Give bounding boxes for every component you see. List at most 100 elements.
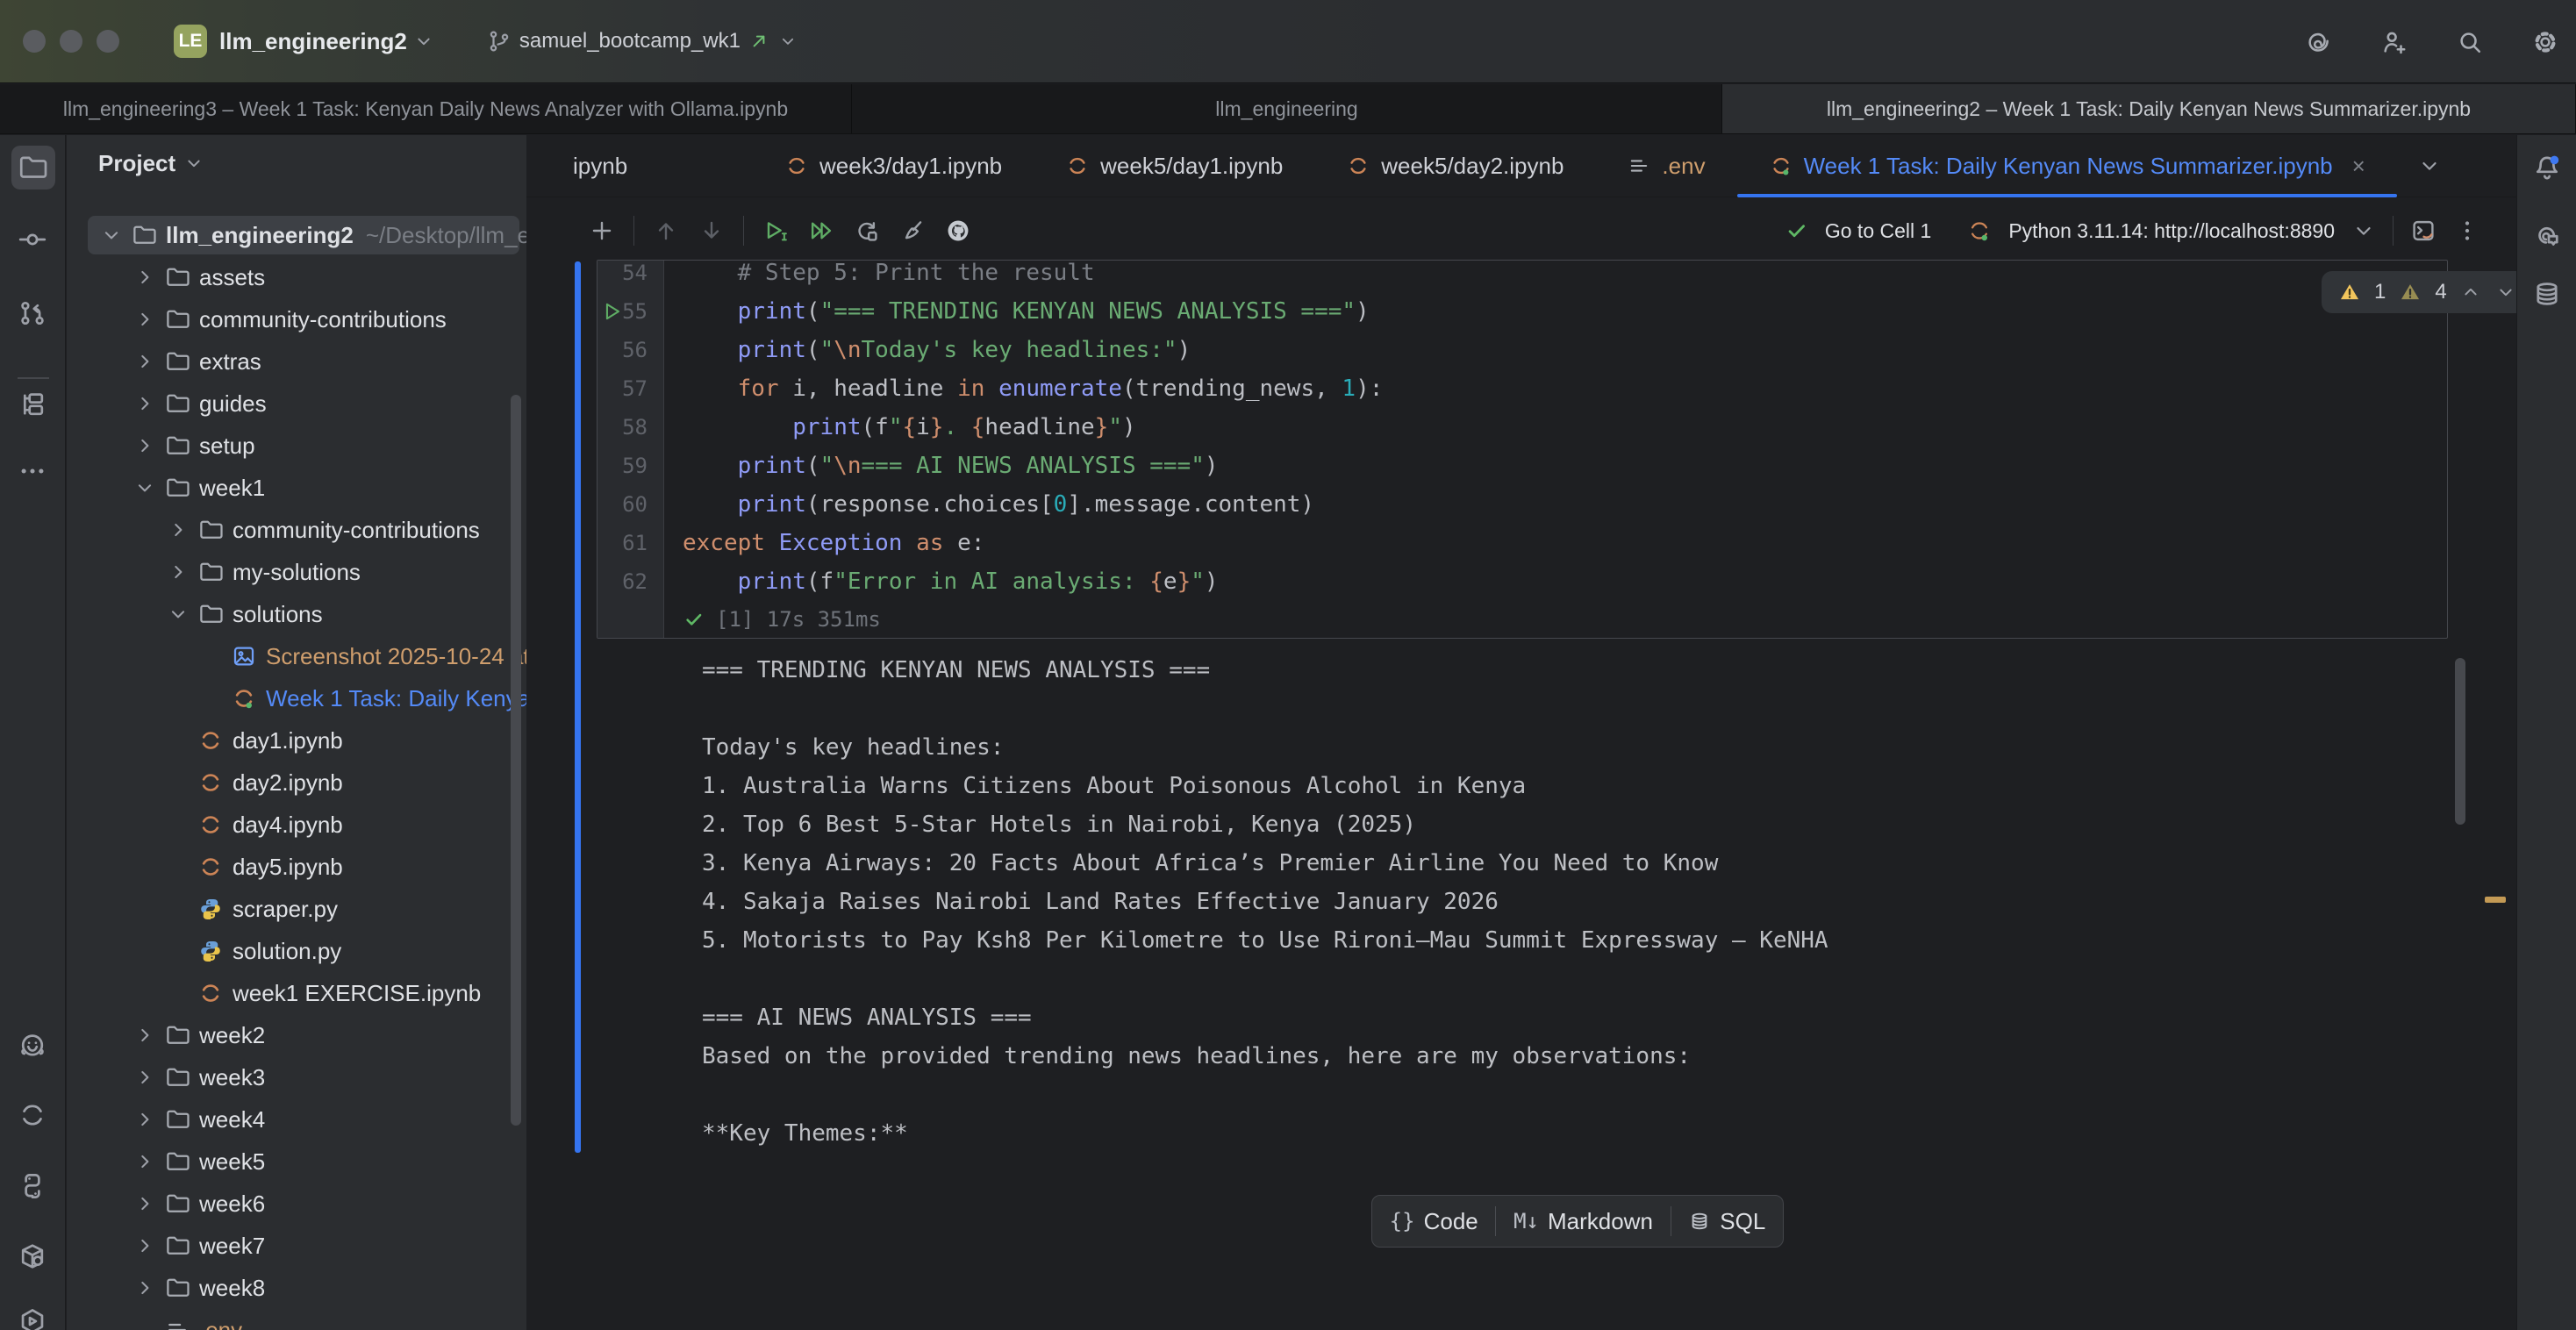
tree-row-community-contributions[interactable]: community-contributions [67, 298, 526, 340]
huggingface-tool-icon[interactable] [17, 1030, 48, 1062]
tree-row-extras[interactable]: extras [67, 340, 526, 383]
search-everywhere-icon[interactable] [2455, 27, 2485, 57]
tree-row-day1-ipynb[interactable]: day1.ipynb [67, 719, 526, 762]
chevron-down-icon[interactable] [2351, 218, 2377, 244]
structure-tool-icon[interactable] [17, 389, 48, 420]
tree-row-solution-py[interactable]: solution.py [67, 930, 526, 972]
clear-outputs-icon[interactable] [898, 217, 927, 245]
more-options-icon[interactable] [2453, 217, 2481, 245]
close-tab-icon[interactable]: × [2352, 153, 2365, 180]
tree-row-setup[interactable]: setup [67, 425, 526, 467]
prev-problem-icon[interactable] [2459, 281, 2482, 304]
pull-requests-tool-icon[interactable] [17, 297, 48, 329]
jupyter-tool-icon[interactable] [17, 1099, 48, 1131]
chevron-right-icon[interactable] [132, 261, 164, 293]
window-tab-active[interactable]: llm_engineering2 – Week 1 Task: Daily Ke… [1722, 84, 2576, 133]
error-stripe-mark[interactable] [2485, 897, 2506, 903]
tree-row-week6[interactable]: week6 [67, 1183, 526, 1225]
add-cell-icon[interactable] [588, 217, 616, 245]
window-tab[interactable]: llm_engineering [852, 84, 1722, 133]
tree-row-day4-ipynb[interactable]: day4.ipynb [67, 804, 526, 846]
go-to-cell-button[interactable]: Go to Cell 1 [1825, 219, 1931, 243]
editor-tab--env[interactable]: .env [1595, 135, 1736, 197]
code-with-me-icon[interactable] [2379, 27, 2409, 57]
kernel-selector[interactable]: Python 3.11.14: http://localhost:8890 [2008, 219, 2335, 243]
editor-tab-week5-day1-ipynb[interactable]: week5/day1.ipynb [1034, 135, 1314, 197]
tree-row-week1[interactable]: week1 [67, 467, 526, 509]
tree-row-assets[interactable]: assets [67, 256, 526, 298]
chevron-right-icon[interactable] [132, 1062, 164, 1093]
chevron-right-icon[interactable] [132, 1272, 164, 1304]
add-code-cell-button[interactable]: {} Code [1390, 1208, 1478, 1235]
run-cell-gutter-icon[interactable] [600, 299, 625, 324]
chevron-right-icon[interactable] [132, 1019, 164, 1051]
ai-assistant-icon[interactable] [2304, 27, 2334, 57]
tree-row-week3[interactable]: week3 [67, 1056, 526, 1098]
tree-row--env[interactable]: .env [67, 1309, 526, 1330]
chevron-right-icon[interactable] [132, 304, 164, 335]
tree-row-week8[interactable]: week8 [67, 1267, 526, 1309]
restart-kernel-icon[interactable] [853, 217, 881, 245]
code-line-57[interactable]: for i, headline in enumerate(trending_ne… [665, 369, 2447, 408]
tree-row-day5-ipynb[interactable]: day5.ipynb [67, 846, 526, 888]
tree-row-week1-exercise-ipynb[interactable]: week1 EXERCISE.ipynb [67, 972, 526, 1014]
code-line-62[interactable]: print(f"Error in AI analysis: {e}") [665, 562, 2447, 601]
cell-code[interactable]: # Step 5: Print the result print("=== TR… [665, 260, 2447, 638]
minimize-window-button[interactable] [60, 30, 82, 53]
tree-row-solutions[interactable]: solutions [67, 593, 526, 635]
code-line-58[interactable]: print(f"{i}. {headline}") [665, 408, 2447, 447]
chevron-right-icon[interactable] [132, 430, 164, 461]
chevron-right-icon[interactable] [166, 514, 197, 546]
window-controls[interactable] [23, 30, 119, 53]
chevron-right-icon[interactable] [132, 346, 164, 377]
editor-tab-week-1-task-daily-kenyan-news-summarizer-ipynb[interactable]: Week 1 Task: Daily Kenyan News Summarize… [1737, 135, 2397, 197]
python-packages-tool-icon[interactable] [17, 1170, 48, 1202]
tree-row-scraper-py[interactable]: scraper.py [67, 888, 526, 930]
tree-row-week-1-task-daily-kenyan[interactable]: Week 1 Task: Daily Kenyan [67, 677, 526, 719]
tree-row-week7[interactable]: week7 [67, 1225, 526, 1267]
services-tool-icon[interactable] [17, 1305, 48, 1330]
window-tab[interactable]: llm_engineering3 – Week 1 Task: Kenyan D… [0, 84, 852, 133]
tree-row-my-solutions[interactable]: my-solutions [67, 551, 526, 593]
tree-row-guides[interactable]: guides [67, 383, 526, 425]
ai-assistant-chat-icon[interactable] [2531, 218, 2563, 250]
next-problem-icon[interactable] [2494, 281, 2517, 304]
tree-row-llm-engineering2[interactable]: llm_engineering2~/Desktop/llm_eng [67, 214, 526, 256]
maximize-window-button[interactable] [97, 30, 119, 53]
chevron-right-icon[interactable] [132, 1146, 164, 1177]
chevron-right-icon[interactable] [132, 1104, 164, 1135]
chevron-right-icon[interactable] [166, 556, 197, 588]
code-cell[interactable]: 545556575859606162 # Step 5: Print the r… [597, 260, 2448, 639]
run-cell-icon[interactable] [762, 217, 790, 245]
tree-row-week2[interactable]: week2 [67, 1014, 526, 1056]
chevron-right-icon[interactable] [132, 1230, 164, 1262]
git-branch-widget[interactable]: samuel_bootcamp_wk1 [486, 28, 798, 54]
move-cell-up-icon[interactable] [652, 217, 680, 245]
code-line-55[interactable]: print("=== TRENDING KENYAN NEWS ANALYSIS… [665, 292, 2447, 331]
commit-tool-icon[interactable] [17, 224, 48, 255]
run-all-cells-icon[interactable] [807, 217, 835, 245]
chevron-right-icon[interactable] [132, 1188, 164, 1219]
database-tool-icon[interactable] [2531, 278, 2563, 310]
chevron-right-icon[interactable] [132, 388, 164, 419]
editor-scrollbar[interactable] [2455, 658, 2465, 825]
project-selector-label[interactable]: llm_engineering2 [219, 28, 407, 55]
move-cell-down-icon[interactable] [698, 217, 726, 245]
add-markdown-cell-button[interactable]: M↓ Markdown [1513, 1208, 1653, 1235]
chevron-down-icon[interactable] [132, 472, 164, 504]
jupyter-console-icon[interactable] [2409, 217, 2437, 245]
code-line-61[interactable]: except Exception as e: [665, 524, 2447, 562]
chevron-down-icon[interactable] [99, 219, 131, 251]
add-sql-cell-button[interactable]: SQL [1688, 1208, 1765, 1235]
settings-gear-icon[interactable] [2530, 27, 2560, 57]
close-window-button[interactable] [23, 30, 46, 53]
github-icon[interactable] [944, 217, 972, 245]
tree-row-community-contributions[interactable]: community-contributions [67, 509, 526, 551]
tree-row-screenshot-2025-10-24-at[interactable]: Screenshot 2025-10-24 at [67, 635, 526, 677]
chevron-down-icon[interactable] [412, 30, 435, 53]
code-line-56[interactable]: print("\nToday's key headlines:") [665, 331, 2447, 369]
inspections-widget[interactable]: 1 4 [2322, 271, 2533, 313]
project-panel-header[interactable]: Project [67, 135, 526, 191]
editor-tab-week3-day1-ipynb[interactable]: week3/day1.ipynb [753, 135, 1034, 197]
project-tree-scrollbar[interactable] [511, 395, 521, 1126]
